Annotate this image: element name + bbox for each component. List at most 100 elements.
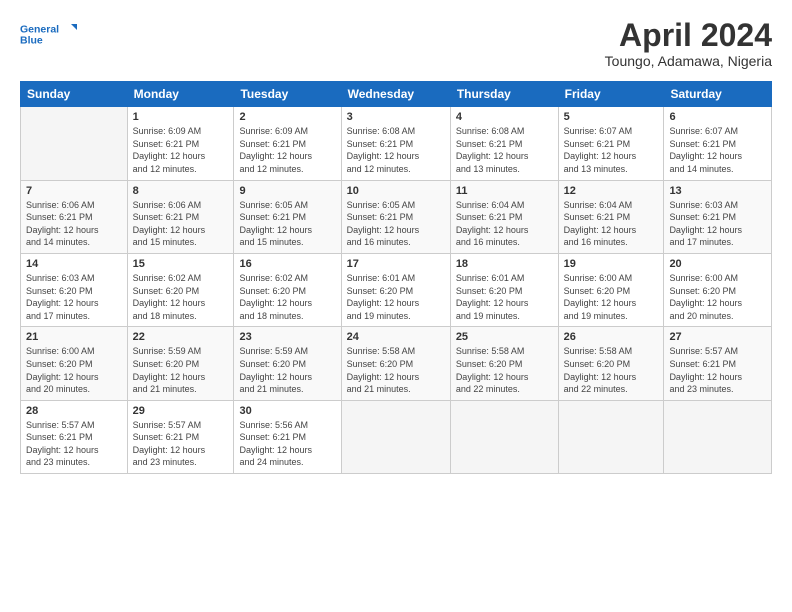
calendar-week-4: 21 Sunrise: 6:00 AM Sunset: 6:20 PM Dayli… [21,327,772,400]
day-number: 20 [669,258,766,270]
calendar-cell: 30 Sunrise: 5:56 AM Sunset: 6:21 PM Dayli… [234,400,341,473]
calendar-cell: 10 Sunrise: 6:05 AM Sunset: 6:21 PM Dayli… [341,180,450,253]
day-number: 1 [133,111,229,123]
page-header: General Blue April 2024 Toungo, Adamawa,… [20,18,772,69]
day-number: 21 [26,331,122,343]
day-info: Sunrise: 6:06 AM Sunset: 6:21 PM Dayligh… [26,199,122,249]
day-header-saturday: Saturday [664,82,772,107]
day-info: Sunrise: 6:03 AM Sunset: 6:20 PM Dayligh… [26,272,122,322]
calendar-table: SundayMondayTuesdayWednesdayThursdayFrid… [20,81,772,474]
day-number: 30 [239,405,335,417]
day-number: 26 [564,331,659,343]
day-number: 23 [239,331,335,343]
month-title: April 2024 [605,18,772,53]
calendar-cell: 29 Sunrise: 5:57 AM Sunset: 6:21 PM Dayli… [127,400,234,473]
calendar-cell: 28Sunrise: 5:57 AM Sunset: 6:21 PM Dayli… [21,400,128,473]
day-number: 9 [239,185,335,197]
calendar-cell: 25Sunrise: 5:58 AM Sunset: 6:20 PM Dayli… [450,327,558,400]
day-info: Sunrise: 6:05 AM Sunset: 6:21 PM Dayligh… [347,199,445,249]
day-header-friday: Friday [558,82,664,107]
day-number: 29 [133,405,229,417]
calendar-cell: 7 Sunrise: 6:06 AM Sunset: 6:21 PM Daylig… [21,180,128,253]
day-info: Sunrise: 6:02 AM Sunset: 6:20 PM Dayligh… [133,272,229,322]
day-number: 12 [564,185,659,197]
day-info: Sunrise: 6:00 AM Sunset: 6:20 PM Dayligh… [564,272,659,322]
day-header-sunday: Sunday [21,82,128,107]
calendar-cell: 14 Sunrise: 6:03 AM Sunset: 6:20 PM Dayli… [21,253,128,326]
day-info: Sunrise: 6:07 AM Sunset: 6:21 PM Dayligh… [669,125,766,175]
day-info: Sunrise: 5:57 AM Sunset: 6:21 PM Dayligh… [133,419,229,469]
calendar-week-5: 28Sunrise: 5:57 AM Sunset: 6:21 PM Dayli… [21,400,772,473]
day-number: 10 [347,185,445,197]
calendar-cell: 17 Sunrise: 6:01 AM Sunset: 6:20 PM Dayli… [341,253,450,326]
day-number: 25 [456,331,553,343]
calendar-cell: 11 Sunrise: 6:04 AM Sunset: 6:21 PM Dayli… [450,180,558,253]
calendar-cell: 21 Sunrise: 6:00 AM Sunset: 6:20 PM Dayli… [21,327,128,400]
day-number: 14 [26,258,122,270]
logo: General Blue [20,18,80,54]
day-number: 17 [347,258,445,270]
calendar-cell: 23 Sunrise: 5:59 AM Sunset: 6:20 PM Dayli… [234,327,341,400]
calendar-cell [341,400,450,473]
day-header-wednesday: Wednesday [341,82,450,107]
day-info: Sunrise: 6:03 AM Sunset: 6:21 PM Dayligh… [669,199,766,249]
day-number: 24 [347,331,445,343]
calendar-cell [664,400,772,473]
calendar-week-1: 1 Sunrise: 6:09 AM Sunset: 6:21 PM Daylig… [21,107,772,180]
calendar-cell: 3 Sunrise: 6:08 AM Sunset: 6:21 PM Daylig… [341,107,450,180]
day-header-tuesday: Tuesday [234,82,341,107]
day-number: 3 [347,111,445,123]
calendar-cell: 13 Sunrise: 6:03 AM Sunset: 6:21 PM Dayli… [664,180,772,253]
day-info: Sunrise: 6:05 AM Sunset: 6:21 PM Dayligh… [239,199,335,249]
day-number: 6 [669,111,766,123]
calendar-cell: 8 Sunrise: 6:06 AM Sunset: 6:21 PM Daylig… [127,180,234,253]
day-info: Sunrise: 6:02 AM Sunset: 6:20 PM Dayligh… [239,272,335,322]
day-info: Sunrise: 6:00 AM Sunset: 6:20 PM Dayligh… [669,272,766,322]
day-info: Sunrise: 5:58 AM Sunset: 6:20 PM Dayligh… [564,345,659,395]
calendar-cell: 20 Sunrise: 6:00 AM Sunset: 6:20 PM Dayli… [664,253,772,326]
calendar-cell: 22Sunrise: 5:59 AM Sunset: 6:20 PM Dayli… [127,327,234,400]
day-number: 11 [456,185,553,197]
day-info: Sunrise: 6:01 AM Sunset: 6:20 PM Dayligh… [347,272,445,322]
location: Toungo, Adamawa, Nigeria [605,53,772,69]
calendar-cell: 12Sunrise: 6:04 AM Sunset: 6:21 PM Dayli… [558,180,664,253]
day-info: Sunrise: 6:04 AM Sunset: 6:21 PM Dayligh… [456,199,553,249]
day-info: Sunrise: 6:00 AM Sunset: 6:20 PM Dayligh… [26,345,122,395]
day-number: 18 [456,258,553,270]
day-info: Sunrise: 6:06 AM Sunset: 6:21 PM Dayligh… [133,199,229,249]
calendar-cell: 16 Sunrise: 6:02 AM Sunset: 6:20 PM Dayli… [234,253,341,326]
calendar-week-2: 7 Sunrise: 6:06 AM Sunset: 6:21 PM Daylig… [21,180,772,253]
day-info: Sunrise: 5:57 AM Sunset: 6:21 PM Dayligh… [669,345,766,395]
day-number: 13 [669,185,766,197]
day-info: Sunrise: 5:58 AM Sunset: 6:20 PM Dayligh… [347,345,445,395]
calendar-cell: 18 Sunrise: 6:01 AM Sunset: 6:20 PM Dayli… [450,253,558,326]
day-info: Sunrise: 6:07 AM Sunset: 6:21 PM Dayligh… [564,125,659,175]
day-number: 5 [564,111,659,123]
calendar-cell: 6 Sunrise: 6:07 AM Sunset: 6:21 PM Daylig… [664,107,772,180]
calendar-cell: 1 Sunrise: 6:09 AM Sunset: 6:21 PM Daylig… [127,107,234,180]
calendar-cell: 2Sunrise: 6:09 AM Sunset: 6:21 PM Daylig… [234,107,341,180]
day-info: Sunrise: 6:08 AM Sunset: 6:21 PM Dayligh… [456,125,553,175]
calendar-cell [558,400,664,473]
calendar-cell: 9 Sunrise: 6:05 AM Sunset: 6:21 PM Daylig… [234,180,341,253]
day-header-monday: Monday [127,82,234,107]
day-info: Sunrise: 5:59 AM Sunset: 6:20 PM Dayligh… [239,345,335,395]
day-info: Sunrise: 5:57 AM Sunset: 6:21 PM Dayligh… [26,419,122,469]
day-number: 16 [239,258,335,270]
day-number: 2 [239,111,335,123]
logo-icon: General Blue [20,18,80,54]
day-info: Sunrise: 6:01 AM Sunset: 6:20 PM Dayligh… [456,272,553,322]
day-info: Sunrise: 6:09 AM Sunset: 6:21 PM Dayligh… [133,125,229,175]
day-number: 4 [456,111,553,123]
day-number: 8 [133,185,229,197]
title-block: April 2024 Toungo, Adamawa, Nigeria [605,18,772,69]
day-info: Sunrise: 5:59 AM Sunset: 6:20 PM Dayligh… [133,345,229,395]
day-number: 7 [26,185,122,197]
calendar-cell [21,107,128,180]
day-info: Sunrise: 5:56 AM Sunset: 6:21 PM Dayligh… [239,419,335,469]
calendar-cell: 15Sunrise: 6:02 AM Sunset: 6:20 PM Dayli… [127,253,234,326]
day-info: Sunrise: 6:08 AM Sunset: 6:21 PM Dayligh… [347,125,445,175]
calendar-cell: 26 Sunrise: 5:58 AM Sunset: 6:20 PM Dayli… [558,327,664,400]
calendar-cell: 19Sunrise: 6:00 AM Sunset: 6:20 PM Dayli… [558,253,664,326]
calendar-week-3: 14 Sunrise: 6:03 AM Sunset: 6:20 PM Dayli… [21,253,772,326]
